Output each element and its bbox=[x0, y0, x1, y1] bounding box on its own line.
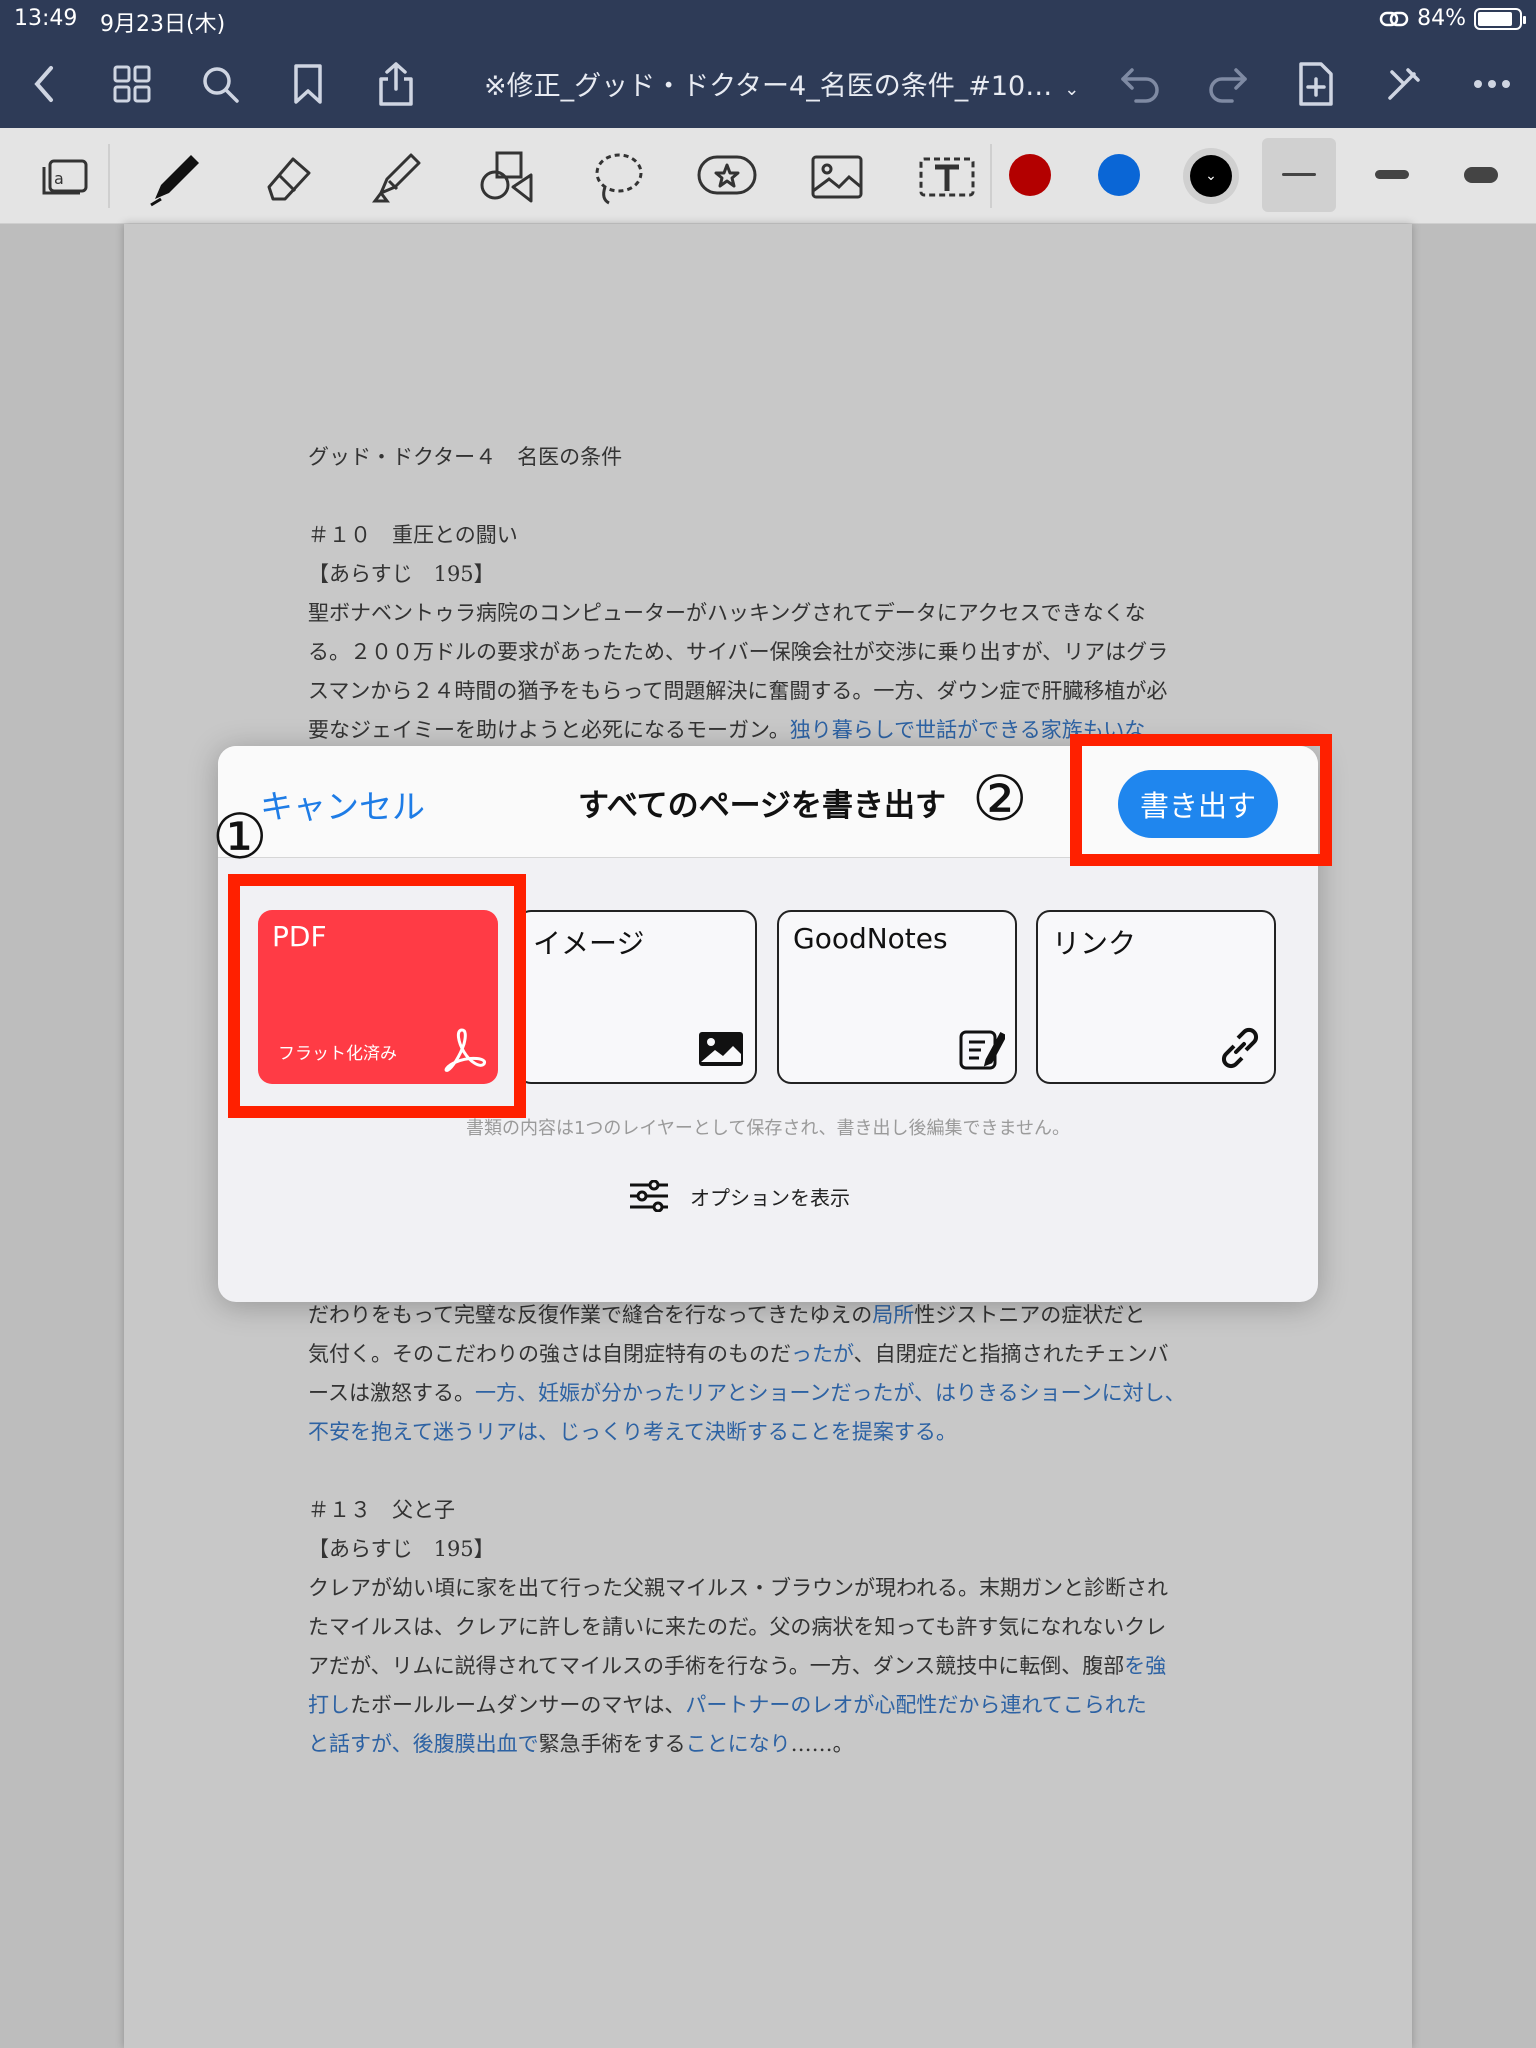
stroke-medium-icon[interactable] bbox=[1375, 170, 1409, 179]
eraser-icon[interactable] bbox=[256, 146, 318, 208]
text-icon[interactable] bbox=[916, 146, 978, 208]
doc-text: アだが、リムに説得されてマイルスの手術を行なう。一方、ダンス競技中に転倒、腹部 bbox=[308, 1654, 1125, 1678]
nav-bar: ※修正_グッド・ドクター4_名医の条件_#10… ⌄ bbox=[0, 40, 1536, 128]
pen-icon[interactable] bbox=[146, 146, 208, 208]
chevron-down-icon: ⌄ bbox=[1064, 79, 1080, 100]
chevron-down-icon: ⌄ bbox=[1190, 155, 1232, 197]
doc-text: だわりをもって完璧な反復作業で縫合を行なってきたゆえの bbox=[308, 1303, 873, 1327]
highlighter-icon[interactable] bbox=[366, 146, 428, 208]
doc-text-blue: と話すが、後腹膜出血で bbox=[308, 1732, 539, 1756]
link-status-icon bbox=[1379, 11, 1409, 26]
doc-text: 気付く。そのこだわりの強さは自閉症特有のものだ bbox=[308, 1342, 791, 1366]
doc-line bbox=[308, 1452, 1228, 1491]
link-icon bbox=[1221, 1027, 1259, 1069]
format-link-card[interactable]: リンク bbox=[1036, 910, 1276, 1084]
doc-text-blue: 打し bbox=[308, 1693, 350, 1717]
highlight-export-box bbox=[1070, 734, 1332, 866]
notebook-icon bbox=[959, 1030, 1005, 1070]
battery-icon bbox=[1474, 7, 1526, 30]
bookmark-icon[interactable] bbox=[282, 58, 334, 110]
sticker-icon[interactable] bbox=[696, 146, 758, 208]
format-label: リンク bbox=[1052, 927, 1137, 960]
doc-line: たマイルスは、クレアに許しを請いに来たのだ。父の病状を知っても許す気になれないク… bbox=[308, 1615, 1167, 1639]
cancel-button[interactable]: キャンセル bbox=[260, 780, 425, 828]
doc-line: 【あらすじ 195】 bbox=[308, 1537, 495, 1561]
image-icon bbox=[699, 1032, 743, 1066]
image-icon[interactable] bbox=[806, 146, 868, 208]
format-goodnotes-card[interactable]: GoodNotes bbox=[777, 910, 1017, 1084]
doc-text-blue: ったが bbox=[791, 1342, 854, 1366]
status-right: 84% bbox=[1379, 6, 1526, 31]
lasso-icon[interactable] bbox=[586, 146, 648, 208]
doc-line: アだが、リムに説得されてマイルスの手術を行なう。一方、ダンス競技中に転倒、腹部を… bbox=[308, 1647, 1228, 1686]
doc-text-blue: 局所 bbox=[872, 1303, 915, 1327]
doc-line: ースは激怒する。一方、妊娠が分かったリアとショーンだったが、はりきるショーンに対… bbox=[308, 1374, 1228, 1413]
document-title[interactable]: ※修正_グッド・ドクター4_名医の条件_#10… ⌄ bbox=[484, 64, 1084, 103]
doc-text-blue: パートナーのレオが心配性だから連れてこられた bbox=[685, 1693, 1147, 1717]
status-bar: 13:49 9月23日(木) 84% bbox=[0, 0, 1536, 40]
stroke-thick-icon[interactable] bbox=[1464, 167, 1498, 183]
toolbar-separator bbox=[108, 144, 110, 208]
doc-line: 聖ボナベントゥラ病院のコンピューターがハッキングされてデータにアクセスできなくな bbox=[308, 601, 1146, 625]
add-page-icon[interactable] bbox=[1290, 58, 1342, 110]
doc-text: 、自閉症だと指摘されたチェンバ bbox=[853, 1342, 1169, 1366]
format-label: イメージ bbox=[533, 927, 645, 960]
shapes-icon[interactable] bbox=[476, 146, 538, 208]
document-title-text: ※修正_グッド・ドクター4_名医の条件_#10… bbox=[484, 71, 1053, 102]
document-text-bottom: だわりをもって完璧な反復作業で縫合を行なってきたゆえの局所性ジストニアの症状だと… bbox=[308, 1296, 1228, 1764]
show-options-button[interactable]: オプションを表示 bbox=[628, 1180, 850, 1212]
doc-line: クレアが幼い頃に家を出て行った父親マイルス・ブラウンが現われる。末期ガンと診断さ… bbox=[308, 1576, 1168, 1600]
redo-icon[interactable] bbox=[1202, 58, 1254, 110]
doc-line: グッド・ドクター４ 名医の条件 bbox=[308, 445, 623, 469]
battery-percent: 84% bbox=[1417, 6, 1466, 31]
doc-text-blue: 一方、妊娠が分かったリアとショーンだったが、はりきるショーンに対し、 bbox=[474, 1381, 1186, 1405]
document-text-top: グッド・ドクター４ 名医の条件 ＃１０ 重圧との闘い 【あらすじ 195】 聖ボ… bbox=[308, 438, 1228, 750]
step-2-marker: ② bbox=[972, 762, 1028, 835]
doc-text-blue: を強 bbox=[1124, 1654, 1167, 1678]
sliders-icon bbox=[630, 1180, 668, 1212]
doc-line: ＃１０ 重圧との闘い bbox=[308, 523, 518, 547]
doc-text: 性ジストニアの症状だと bbox=[914, 1303, 1146, 1327]
status-date: 9月23日(木) bbox=[100, 12, 226, 37]
stroke-thin-icon bbox=[1282, 173, 1316, 176]
show-options-label: オプションを表示 bbox=[690, 1185, 850, 1210]
more-icon[interactable] bbox=[1466, 58, 1518, 110]
doc-line: 不安を抱えて迷うリアは、じっくり考えて決断することを提案する。 bbox=[308, 1420, 957, 1444]
color-blue-swatch[interactable] bbox=[1098, 154, 1140, 196]
doc-line: る。２００万ドルの要求があったため、サイバー保険会社が交渉に乗り出すが、リアはグ… bbox=[308, 640, 1169, 664]
doc-text: ースは激怒する。 bbox=[308, 1381, 475, 1405]
battery-fill bbox=[1478, 11, 1512, 26]
doc-line: と話すが、後腹膜出血で緊急手術をすることになり……。 bbox=[308, 1725, 1228, 1764]
step-1-marker: ① bbox=[212, 800, 268, 873]
doc-text: たボールルームダンサーのマヤは、 bbox=[350, 1693, 686, 1717]
page-layout-icon[interactable]: a bbox=[34, 146, 96, 208]
format-image-card[interactable]: イメージ bbox=[517, 910, 757, 1084]
doc-line: ＃１３ 父と子 bbox=[308, 1498, 455, 1522]
search-icon[interactable] bbox=[194, 58, 246, 110]
thumbnails-icon[interactable] bbox=[106, 58, 158, 110]
share-icon[interactable] bbox=[370, 58, 422, 110]
undo-icon[interactable] bbox=[1114, 58, 1166, 110]
doc-line: 【あらすじ 195】 bbox=[308, 562, 495, 586]
highlight-pdf-box bbox=[228, 874, 526, 1118]
close-pen-icon[interactable] bbox=[1378, 58, 1430, 110]
dialog-title: すべてのページを書き出す bbox=[578, 788, 946, 824]
doc-text: 要なジェイミーを助けようと必死になるモーガン。 bbox=[308, 718, 790, 742]
status-time: 13:49 bbox=[14, 6, 78, 31]
doc-line bbox=[308, 477, 1228, 516]
toolbar-separator bbox=[990, 144, 992, 208]
stroke-thin-selected[interactable] bbox=[1262, 138, 1336, 212]
doc-line: 打したボールルームダンサーのマヤは、パートナーのレオが心配性だから連れてこられた bbox=[308, 1686, 1228, 1725]
doc-line: スマンから２４時間の猶予をもらって問題解決に奮闘する。一方、ダウン症で肝臓移植が… bbox=[308, 679, 1168, 703]
doc-text-blue: ことになり bbox=[685, 1732, 791, 1756]
format-label: GoodNotes bbox=[793, 922, 948, 955]
back-icon[interactable] bbox=[18, 58, 70, 110]
svg-text:a: a bbox=[54, 169, 64, 188]
doc-text: ……。 bbox=[790, 1732, 854, 1756]
color-black-swatch[interactable]: ⌄ bbox=[1183, 148, 1239, 204]
color-red-swatch[interactable] bbox=[1009, 154, 1051, 196]
doc-line: 気付く。そのこだわりの強さは自閉症特有のものだったが、自閉症だと指摘されたチェン… bbox=[308, 1335, 1228, 1374]
doc-text: 緊急手術をする bbox=[538, 1732, 686, 1756]
